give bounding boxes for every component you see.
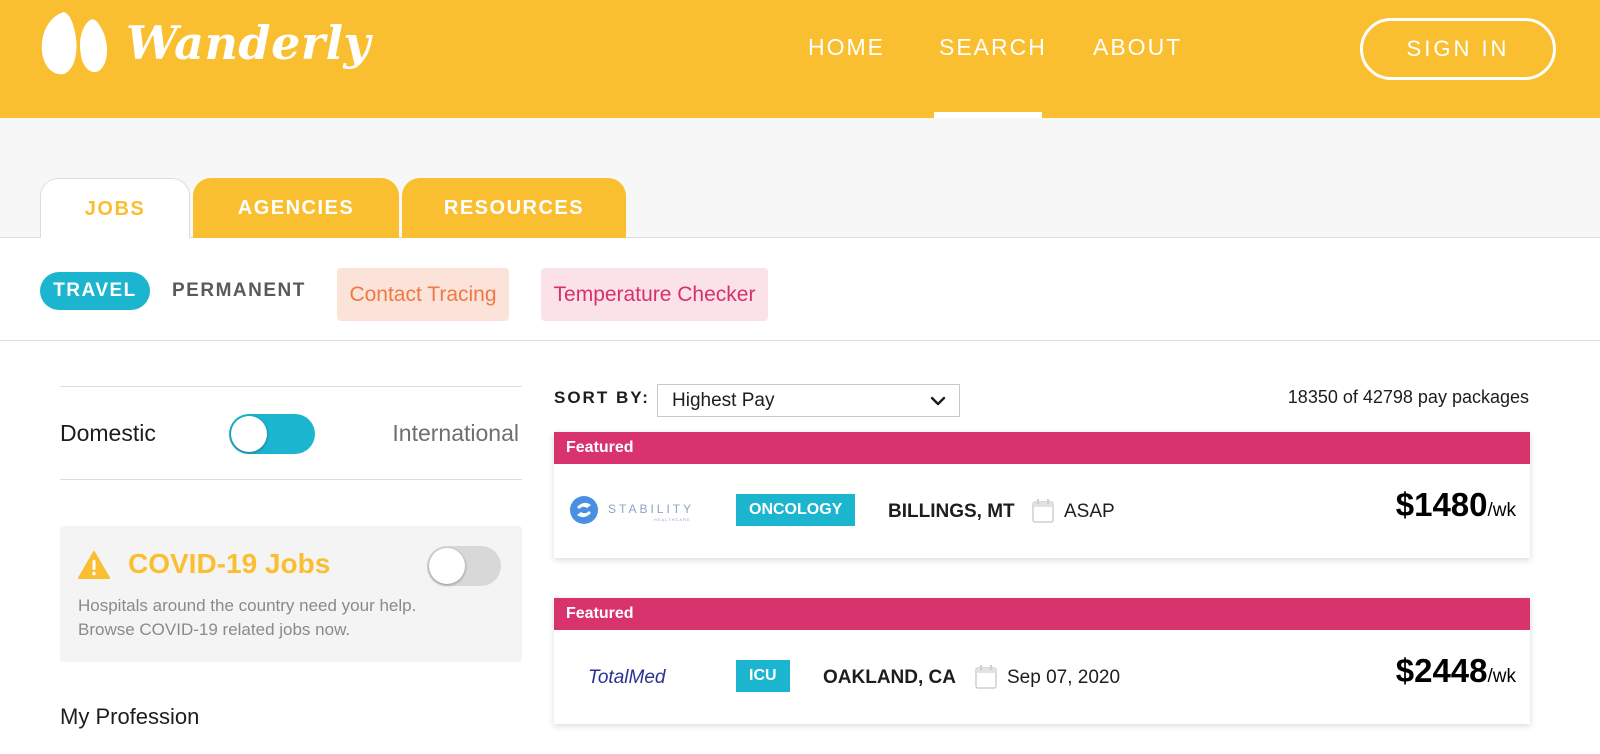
tab-agencies[interactable]: AGENCIES bbox=[193, 178, 399, 238]
pay-unit: /wk bbox=[1487, 666, 1517, 687]
featured-banner: Featured bbox=[554, 598, 1530, 630]
job-pay: $1480/wk bbox=[1396, 486, 1516, 524]
nav-home[interactable]: HOME bbox=[808, 34, 885, 61]
sign-in-button[interactable]: SIGN IN bbox=[1360, 18, 1556, 80]
specialty-tag: ICU bbox=[736, 660, 790, 692]
international-label: International bbox=[392, 420, 519, 446]
site-header: Wanderly HOME SEARCH ABOUT SIGN IN bbox=[0, 0, 1600, 118]
toggle-knob bbox=[231, 416, 267, 452]
sort-select-value: Highest Pay bbox=[672, 389, 775, 411]
tab-jobs[interactable]: JOBS bbox=[40, 178, 190, 239]
tab-resources[interactable]: RESOURCES bbox=[402, 178, 626, 238]
my-profession-heading: My Profession bbox=[60, 704, 200, 729]
totalmed-logo: TotalMed bbox=[588, 667, 667, 688]
agency-name: STABILITY bbox=[608, 502, 694, 516]
calendar-icon bbox=[1032, 499, 1054, 523]
job-card[interactable]: Featured STABILITY HEALTHCARE ONCOLOGY B… bbox=[554, 432, 1530, 558]
job-location: OAKLAND, CA bbox=[823, 667, 956, 688]
job-pay: $2448/wk bbox=[1396, 652, 1516, 690]
job-start-date: Sep 07, 2020 bbox=[1007, 667, 1121, 688]
agency-name: TotalMed bbox=[588, 667, 667, 688]
travel-filter-button[interactable]: TRAVEL bbox=[40, 272, 150, 310]
contact-tracing-chip[interactable]: Contact Tracing bbox=[337, 268, 509, 321]
chevron-down-icon bbox=[930, 396, 946, 406]
warning-icon bbox=[78, 551, 110, 579]
featured-banner: Featured bbox=[554, 432, 1530, 464]
results-count: 18350 of 42798 pay packages bbox=[1287, 387, 1529, 407]
job-card[interactable]: Featured TotalMed ICU OAKLAND, CA Sep 07… bbox=[554, 598, 1530, 724]
covid-jobs-title: COVID-19 Jobs bbox=[128, 548, 331, 579]
logo-mark-icon bbox=[41, 12, 108, 75]
section-tabs: JOBS AGENCIES RESOURCES bbox=[0, 118, 1600, 239]
wanderly-logo[interactable]: Wanderly bbox=[40, 8, 370, 88]
pay-unit: /wk bbox=[1487, 500, 1517, 521]
specialty-tag: ONCOLOGY bbox=[736, 494, 856, 526]
toggle-knob bbox=[429, 548, 465, 584]
nav-search[interactable]: SEARCH bbox=[939, 34, 1047, 61]
pay-amount: $2448 bbox=[1395, 652, 1488, 689]
stability-healthcare-logo: STABILITY HEALTHCARE bbox=[570, 496, 694, 524]
logo-wordmark: Wanderly bbox=[126, 16, 371, 70]
covid-jobs-toggle[interactable] bbox=[427, 546, 501, 586]
sort-by-label: SORT BY: bbox=[554, 388, 650, 407]
calendar-icon bbox=[975, 665, 997, 689]
pay-amount: $1480 bbox=[1395, 486, 1488, 523]
permanent-filter-button[interactable]: PERMANENT bbox=[172, 280, 306, 302]
temperature-checker-chip[interactable]: Temperature Checker bbox=[541, 268, 768, 321]
job-filter-row: TRAVEL PERMANENT Contact Tracing Tempera… bbox=[0, 238, 1600, 341]
location-type-row: Domestic International bbox=[60, 386, 522, 480]
job-start-date: ASAP bbox=[1064, 501, 1115, 522]
domestic-label: Domestic bbox=[60, 420, 156, 446]
agency-subname: HEALTHCARE bbox=[654, 517, 691, 522]
domestic-international-toggle[interactable] bbox=[229, 414, 315, 454]
nav-about[interactable]: ABOUT bbox=[1093, 34, 1182, 61]
sort-select[interactable]: Highest Pay bbox=[657, 384, 960, 417]
job-location: BILLINGS, MT bbox=[888, 501, 1015, 522]
covid-jobs-description: Hospitals around the country need your h… bbox=[78, 596, 417, 639]
